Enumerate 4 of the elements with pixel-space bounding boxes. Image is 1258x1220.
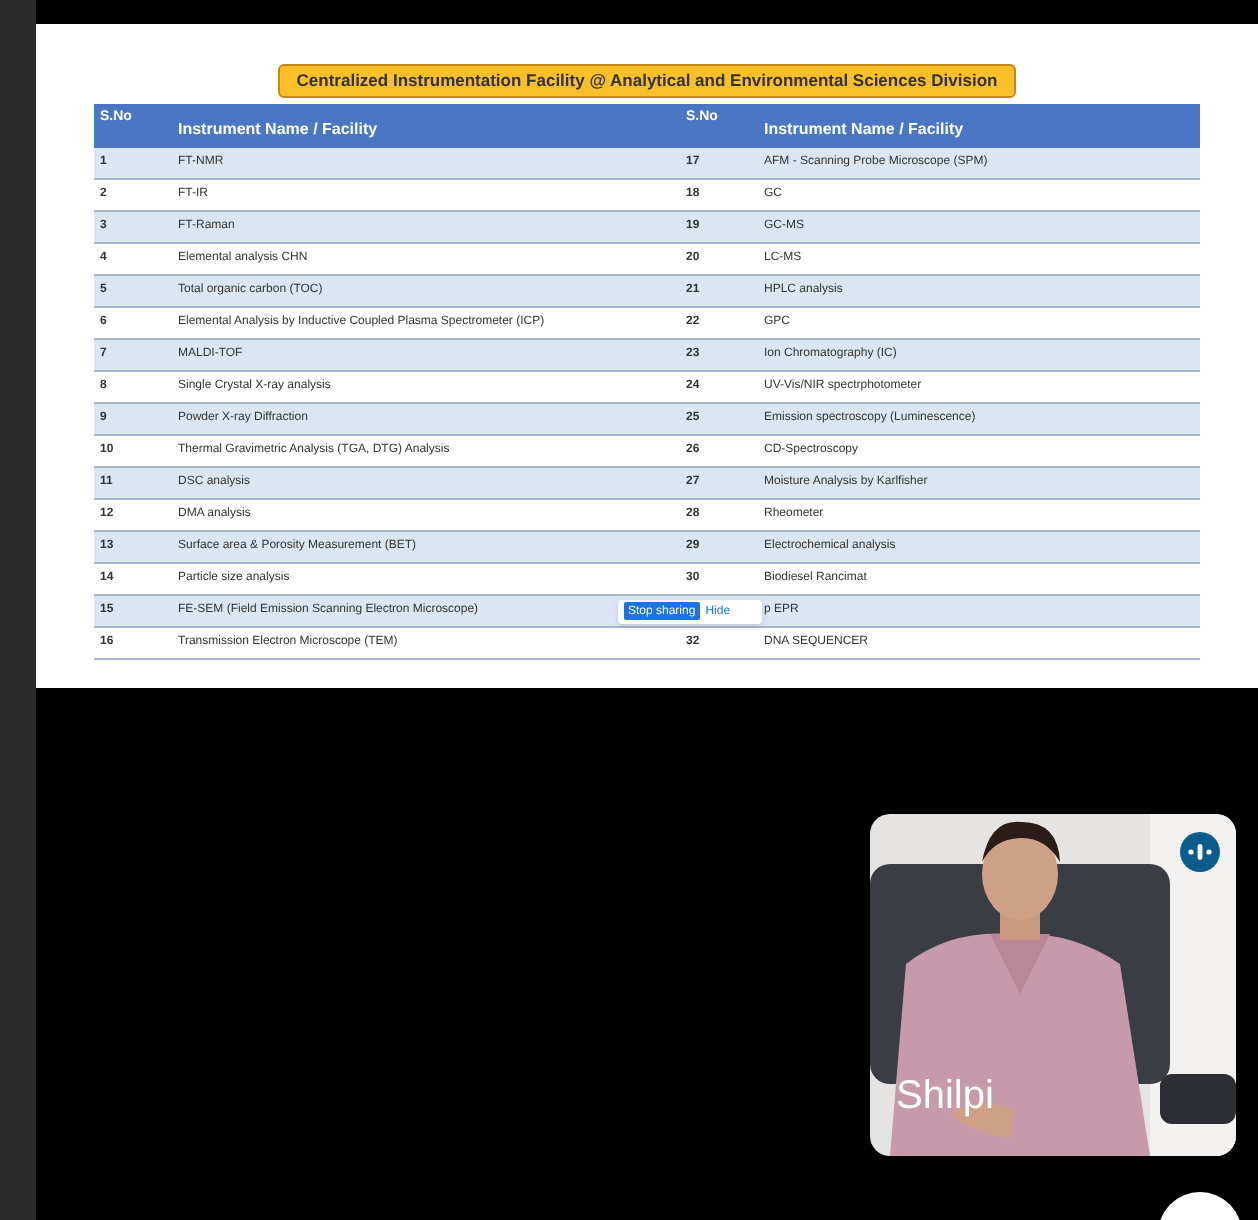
column-header: Instrument Name / Facility — [176, 117, 380, 142]
column-header: Instrument Name / Facility — [762, 117, 966, 142]
participant-name: Shilpi — [896, 1076, 994, 1116]
slide-title: Centralized Instrumentation Facility @ Analytical and Environmental Sciences Division — [278, 64, 1016, 98]
